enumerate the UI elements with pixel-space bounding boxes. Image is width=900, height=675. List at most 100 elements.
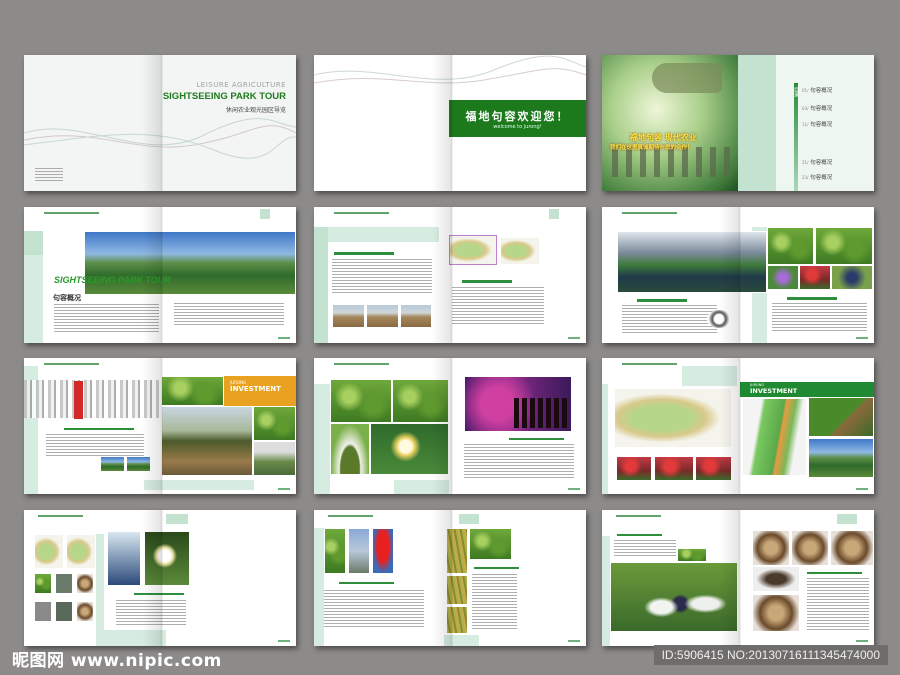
page-number — [278, 640, 290, 642]
mint-block — [314, 384, 330, 494]
overview-section-title: 句容概况 — [53, 294, 81, 302]
shrub-photo-2 — [392, 379, 449, 423]
page-header — [38, 515, 83, 517]
tea-package-photo — [107, 531, 141, 586]
welcome-title: 福地句容欢迎您！ — [465, 110, 570, 123]
section-heading — [617, 534, 662, 536]
grape-vine-photo — [610, 562, 738, 632]
section-heading — [462, 280, 512, 283]
decoration — [24, 118, 296, 146]
toc-label: 目录 — [793, 87, 799, 97]
city-river-photo — [617, 231, 767, 293]
mint-block — [459, 514, 479, 524]
park-photo-1 — [100, 456, 125, 472]
park-map-1 — [449, 235, 497, 265]
rice-photo-3 — [446, 606, 468, 634]
body-text — [54, 304, 159, 334]
toc-num: 23/ — [802, 175, 809, 180]
body-text — [332, 259, 432, 295]
overview-title-en: SIGHTSEEING PARK TOUR — [54, 275, 171, 285]
red-bar-graphic — [74, 381, 83, 419]
cover-title-en: SIGHTSEEING PARK TOUR — [162, 91, 286, 102]
body-text — [772, 303, 867, 333]
investment-box: JURONG INVESTMENT — [224, 376, 296, 406]
fruit-photo — [799, 265, 831, 290]
mint-block — [602, 536, 610, 646]
turf-laying-photo — [469, 528, 512, 560]
page-number — [856, 337, 868, 339]
investment-box: JURONG INVESTMENT — [740, 382, 874, 397]
berries-photo — [831, 265, 873, 290]
toc-num: 03/ — [802, 106, 809, 111]
honeysuckle-flower-photo — [370, 423, 449, 475]
toc-label-text: 句容概况 — [810, 122, 833, 128]
toc-num: 11/ — [802, 122, 809, 127]
page-number — [856, 640, 868, 642]
investment-big: INVESTMENT — [750, 387, 798, 395]
spread-investment-orange: JURONG INVESTMENT — [24, 358, 296, 494]
toc-item-5[interactable]: 23/ 句容概况 — [802, 173, 832, 181]
product-photo-1 — [34, 573, 52, 594]
honeysuckle-closeup-photo — [144, 531, 190, 586]
section-heading — [334, 252, 394, 255]
page-header — [622, 363, 677, 365]
greenhouse-photo — [253, 441, 296, 476]
body-text — [464, 444, 574, 480]
product-photo-5 — [55, 601, 73, 622]
section-heading — [474, 567, 519, 569]
product-photo-2 — [55, 573, 73, 594]
mint-band — [444, 635, 479, 646]
zoning-map — [742, 398, 807, 476]
spread-overview: SIGHTSEEING PARK TOUR 句容概况 — [24, 207, 296, 343]
toc-item-3[interactable]: 11/ 句容概况 — [802, 120, 832, 128]
chess-photo: 福地句容 现代农业 我们在这里真诚期待与您的合作！ — [602, 55, 738, 191]
red-shrub-photo-1 — [616, 456, 652, 481]
toc-num: 01/ — [802, 88, 809, 93]
herb-plate-photo — [752, 594, 800, 632]
body-text — [324, 590, 424, 628]
panorama-photo — [84, 231, 296, 295]
mint-block — [24, 231, 43, 255]
page-header — [622, 212, 677, 214]
welcome-banner: 福地句容欢迎您！ welcome to jurong! — [449, 100, 586, 137]
page-number — [856, 488, 868, 490]
turf-roll-photo — [330, 423, 370, 475]
body-text — [174, 303, 284, 327]
page-number — [568, 337, 580, 339]
product-photo-3 — [76, 573, 94, 594]
cover-subtitle-en: LEISURE AGRICULTURE — [196, 81, 286, 89]
photo-house — [400, 304, 432, 328]
spread-grapes-herbs — [602, 510, 874, 646]
page-number — [568, 488, 580, 490]
section-heading — [339, 582, 394, 584]
watermark-logo: 昵图网 www.nipic.com — [12, 651, 222, 671]
investment-big: INVESTMENT — [230, 385, 281, 393]
spread-city-lawn — [602, 207, 874, 343]
section-heading — [807, 572, 862, 574]
page-number — [278, 488, 290, 490]
toc-item-1[interactable]: 01/ 句容概况 — [802, 86, 832, 94]
chess-tagline: 我们在这里真诚期待与您的合作！ — [610, 145, 693, 151]
spread-cover: LEISURE AGRICULTURE SIGHTSEEING PARK TOU… — [24, 55, 296, 191]
mint-block — [837, 514, 857, 524]
herb-hand-photo — [752, 530, 790, 566]
toc-item-4[interactable]: 21/ 句容概况 — [802, 158, 832, 166]
decoration — [314, 55, 586, 80]
page-header — [44, 363, 99, 365]
mint-block — [314, 227, 328, 343]
park-map-2 — [500, 237, 540, 265]
spread-investment-green: JURONG INVESTMENT — [602, 358, 874, 494]
section-heading — [637, 299, 687, 302]
mint-block — [549, 209, 559, 219]
tree-photo-1 — [324, 528, 346, 574]
spread-park-plans — [314, 207, 586, 343]
mint-band — [314, 227, 439, 242]
toc-item-2[interactable]: 03/ 句容概况 — [802, 104, 832, 112]
people-field-photo — [677, 548, 707, 562]
mint-panel — [738, 55, 776, 191]
trees-lawn-photo — [808, 438, 874, 478]
red-maple-photo — [372, 528, 394, 574]
body-text — [116, 600, 186, 626]
page-header — [328, 515, 373, 517]
decoration — [24, 125, 296, 148]
